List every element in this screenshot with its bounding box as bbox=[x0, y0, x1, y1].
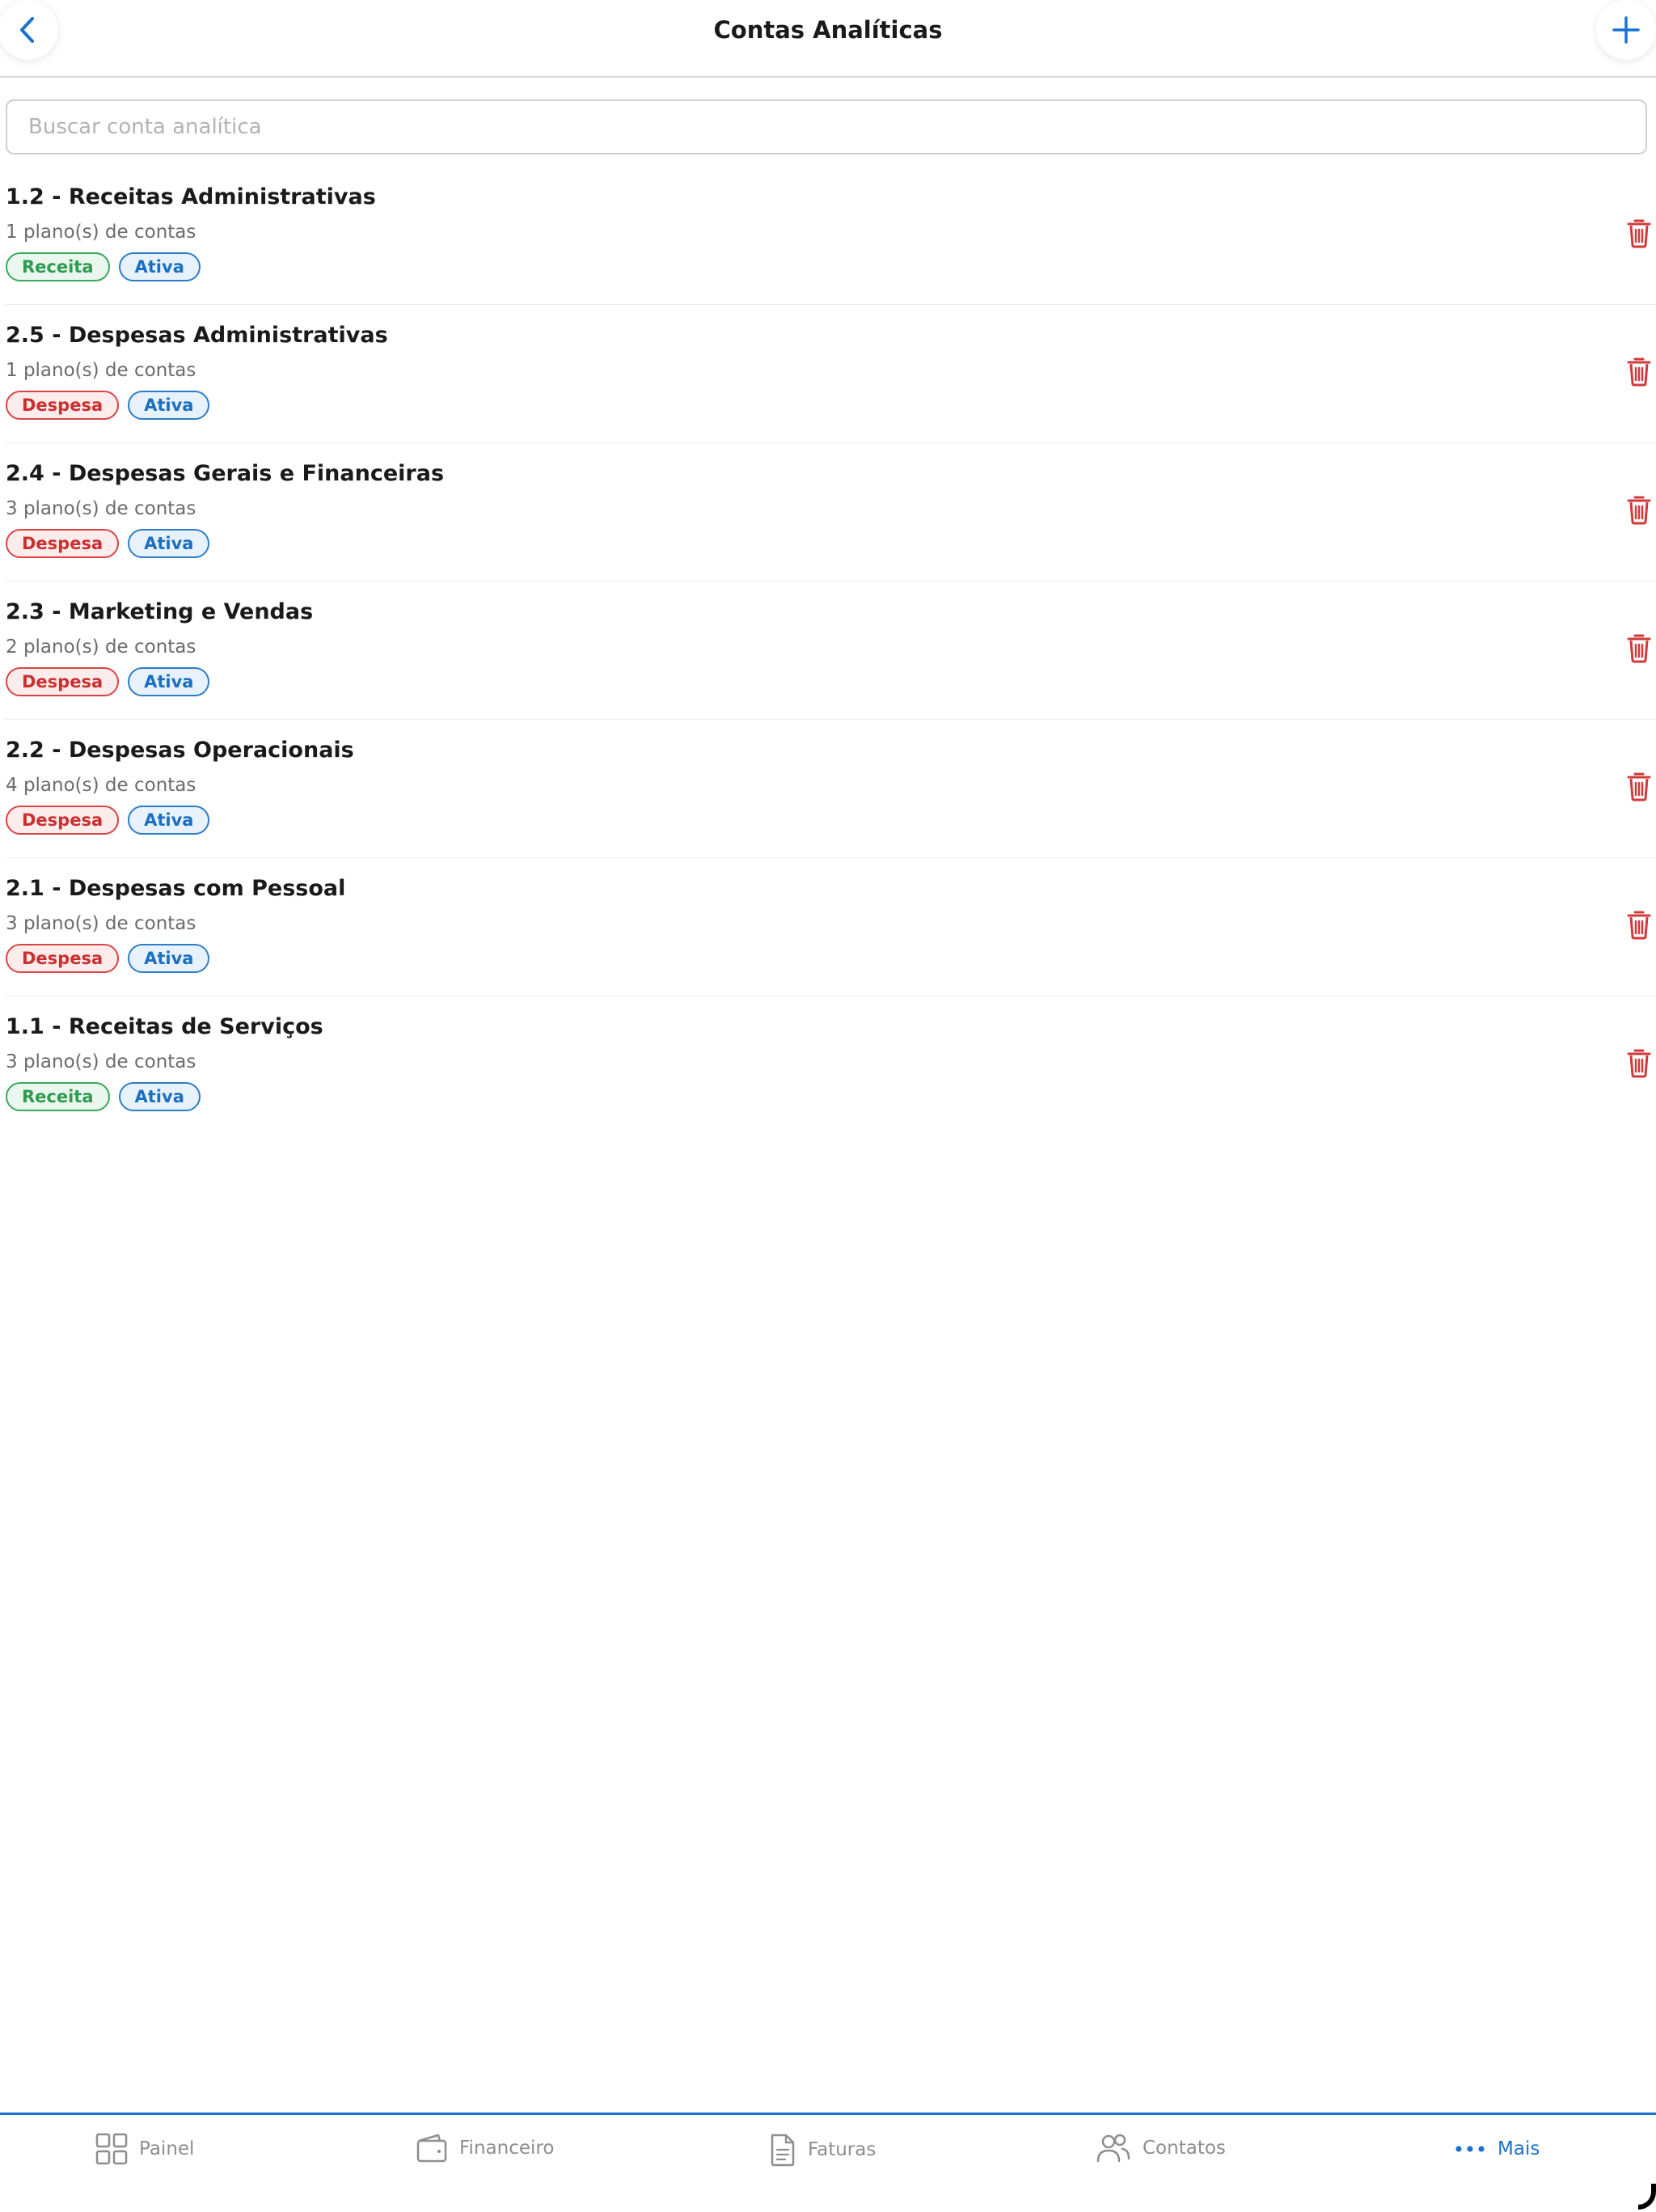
delete-button[interactable] bbox=[1625, 908, 1653, 941]
account-plan-count: 3 plano(s) de contas bbox=[6, 1051, 196, 1072]
account-title: 2.1 - Despesas com Pessoal bbox=[6, 876, 346, 901]
account-plan-count: 4 plano(s) de contas bbox=[6, 775, 196, 796]
account-title: 2.5 - Despesas Administrativas bbox=[6, 323, 388, 348]
list-item[interactable]: 2.5 - Despesas Administrativas 1 plano(s… bbox=[6, 305, 1656, 443]
status-badge: Ativa bbox=[118, 1082, 201, 1111]
delete-button[interactable] bbox=[1625, 770, 1653, 802]
account-title: 1.2 - Receitas Administrativas bbox=[6, 184, 376, 209]
more-dots-icon bbox=[1455, 2146, 1485, 2152]
trash-icon bbox=[1627, 219, 1651, 248]
bottom-tab-bar: Painel Financeiro Faturas Contatos Mais bbox=[0, 2113, 1656, 2212]
search-field[interactable] bbox=[6, 99, 1647, 154]
badge-group: Despesa Ativa bbox=[6, 667, 210, 696]
trash-icon bbox=[1627, 634, 1651, 663]
account-plan-count: 2 plano(s) de contas bbox=[6, 637, 196, 658]
badge-group: Despesa Ativa bbox=[6, 391, 210, 420]
badge-group: Despesa Ativa bbox=[6, 944, 210, 973]
tab-painel[interactable]: Painel bbox=[95, 2133, 194, 2165]
account-plan-count: 1 plano(s) de contas bbox=[6, 222, 196, 243]
status-badge: Ativa bbox=[128, 667, 210, 696]
account-plan-count: 1 plano(s) de contas bbox=[6, 360, 196, 381]
tab-label: Faturas bbox=[808, 2139, 877, 2160]
delete-button[interactable] bbox=[1625, 217, 1653, 249]
account-title: 2.4 - Despesas Gerais e Financeiras bbox=[6, 461, 445, 486]
type-badge: Despesa bbox=[6, 806, 120, 835]
status-badge: Ativa bbox=[128, 391, 210, 420]
type-badge: Receita bbox=[6, 252, 110, 281]
status-badge: Ativa bbox=[128, 529, 210, 558]
badge-group: Receita Ativa bbox=[6, 252, 201, 281]
trash-icon bbox=[1627, 496, 1651, 525]
status-badge: Ativa bbox=[128, 944, 210, 973]
account-list: 1.2 - Receitas Administrativas 1 plano(s… bbox=[0, 167, 1656, 1134]
list-item[interactable]: 1.1 - Receitas de Serviços 3 plano(s) de… bbox=[6, 996, 1656, 1134]
type-badge: Despesa bbox=[6, 529, 120, 558]
badge-group: Despesa Ativa bbox=[6, 806, 210, 835]
tab-label: Financeiro bbox=[459, 2138, 555, 2159]
type-badge: Despesa bbox=[6, 944, 120, 973]
trash-icon bbox=[1627, 1049, 1651, 1078]
trash-icon bbox=[1627, 357, 1651, 387]
account-title: 2.3 - Marketing e Vendas bbox=[6, 599, 314, 624]
list-item[interactable]: 2.4 - Despesas Gerais e Financeiras 3 pl… bbox=[6, 443, 1656, 582]
list-item[interactable]: 2.2 - Despesas Operacionais 4 plano(s) d… bbox=[6, 720, 1656, 858]
list-item[interactable]: 2.3 - Marketing e Vendas 2 plano(s) de c… bbox=[6, 582, 1656, 720]
users-icon bbox=[1096, 2134, 1130, 2163]
account-title: 2.2 - Despesas Operacionais bbox=[6, 738, 354, 763]
delete-button[interactable] bbox=[1625, 632, 1653, 664]
status-badge: Ativa bbox=[118, 252, 201, 281]
type-badge: Despesa bbox=[6, 667, 120, 696]
add-account-button[interactable] bbox=[1596, 0, 1656, 60]
type-badge: Despesa bbox=[6, 391, 120, 420]
page-title: Contas Analíticas bbox=[713, 16, 943, 44]
account-plan-count: 3 plano(s) de contas bbox=[6, 498, 196, 519]
list-item[interactable]: 1.2 - Receitas Administrativas 1 plano(s… bbox=[6, 167, 1656, 305]
delete-button[interactable] bbox=[1625, 355, 1653, 387]
badge-group: Receita Ativa bbox=[6, 1082, 201, 1111]
tab-mais[interactable]: Mais bbox=[1454, 2133, 1540, 2165]
tab-label: Painel bbox=[139, 2138, 195, 2159]
document-icon bbox=[771, 2134, 795, 2167]
type-badge: Receita bbox=[6, 1082, 110, 1111]
delete-button[interactable] bbox=[1625, 493, 1653, 526]
account-title: 1.1 - Receitas de Serviços bbox=[6, 1014, 323, 1039]
status-badge: Ativa bbox=[128, 806, 210, 835]
wallet-icon bbox=[416, 2134, 447, 2163]
tab-label: Mais bbox=[1498, 2138, 1540, 2159]
grid-icon bbox=[95, 2133, 128, 2165]
plus-icon bbox=[1612, 16, 1640, 44]
tab-contatos[interactable]: Contatos bbox=[1096, 2133, 1226, 2163]
search-input[interactable] bbox=[27, 114, 1626, 140]
navigation-header: Contas Analíticas bbox=[0, 0, 1656, 78]
tab-financeiro[interactable]: Financeiro bbox=[416, 2133, 554, 2163]
trash-icon bbox=[1627, 911, 1651, 940]
list-item[interactable]: 2.1 - Despesas com Pessoal 3 plano(s) de… bbox=[6, 858, 1656, 996]
tab-faturas[interactable]: Faturas bbox=[769, 2133, 876, 2167]
delete-button[interactable] bbox=[1625, 1047, 1653, 1079]
badge-group: Despesa Ativa bbox=[6, 529, 210, 558]
account-plan-count: 3 plano(s) de contas bbox=[6, 913, 196, 934]
tab-label: Contatos bbox=[1143, 2138, 1226, 2159]
trash-icon bbox=[1627, 772, 1651, 801]
